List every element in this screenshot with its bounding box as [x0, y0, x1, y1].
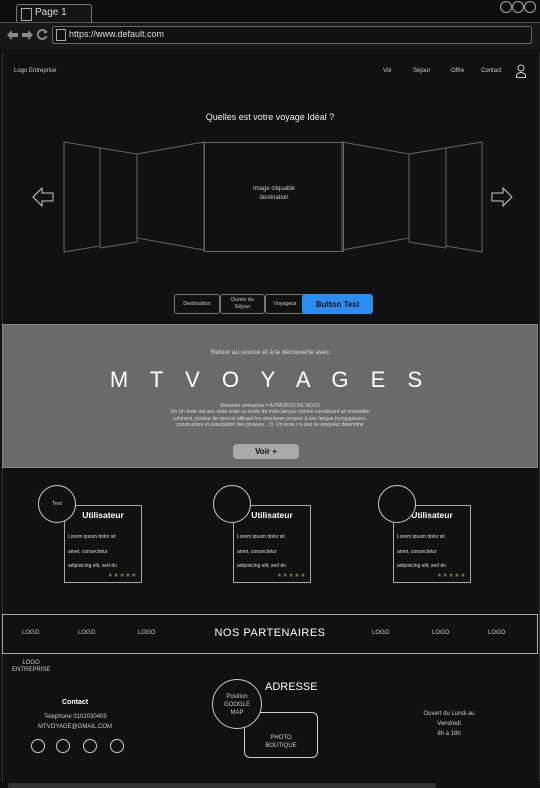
opening-hours: Ouvert du Lundi au Vendredi 8h à 18h — [418, 709, 480, 739]
filter-duree-line1: Durée du — [231, 297, 254, 303]
map-line1: Position — [226, 694, 248, 700]
testimonial-card: Utilisateur Lorem ipsum dolor sit amet, … — [64, 505, 142, 583]
page-icon — [21, 8, 32, 21]
tab-label: Page 1 — [35, 7, 67, 18]
filter-destination[interactable]: Destination — [174, 294, 220, 314]
avatar-text: Text — [51, 501, 63, 507]
contact-email[interactable]: MTVOYAGE@GMAIL.COM — [38, 724, 112, 730]
carousel-card-right-mid — [408, 147, 447, 249]
address-title: ADRESSE — [265, 681, 318, 693]
about-desc-line: Un Un texte est une série orale ou écrit… — [170, 409, 370, 416]
about-description: Résumer entreprise = A PROPOS DE NOUS Un… — [133, 403, 407, 428]
carousel-card-left-far — [63, 141, 101, 253]
social-icon[interactable] — [83, 739, 97, 753]
prev-arrow-icon[interactable] — [32, 186, 54, 208]
next-arrow-icon[interactable] — [491, 186, 513, 208]
photo-line1: PHOTO — [270, 735, 292, 741]
about-desc-line: cohérent, porteur de sens et utilisant l… — [172, 415, 368, 422]
footer-logo[interactable]: LOGO ENTREPRISE — [12, 660, 50, 674]
page-icon — [56, 29, 66, 41]
search-button[interactable]: Button Text — [302, 294, 373, 314]
rating-stars: ★★★★★ — [276, 573, 306, 579]
testimonial-name: Utilisateur — [82, 510, 124, 520]
footer-logo-line2: ENTREPRISE — [12, 667, 51, 673]
hours-line1: Ouvert du Lundi au — [423, 711, 475, 717]
destination-card[interactable]: Image cliquable destination — [204, 142, 344, 252]
testimonial-text: Lorem ipsum dolor sit — [68, 534, 116, 540]
filter-duree-line2: Séjour — [234, 304, 251, 310]
about-desc-line: construction et association des phrases…… — [176, 421, 364, 428]
refresh-icon[interactable] — [37, 29, 48, 40]
social-icon[interactable] — [110, 739, 124, 753]
testimonial-text: Lorem ipsum dolor sit — [397, 534, 445, 540]
partner-logo[interactable]: LOGO — [372, 630, 389, 636]
nav-contact[interactable]: Contact — [481, 68, 502, 74]
voir-plus-button[interactable]: Voir + — [233, 444, 299, 459]
close-icon[interactable] — [524, 1, 536, 13]
brand-title: M T V O Y A G E S — [109, 367, 431, 392]
filter-voyageur[interactable]: Voyageur — [265, 294, 305, 314]
avatar — [378, 485, 416, 523]
social-icon[interactable] — [31, 739, 45, 753]
nav-sejour[interactable]: Séjour — [413, 68, 430, 74]
carousel-card-right-near — [341, 141, 410, 251]
avatar: Text — [38, 485, 76, 523]
about-subtitle: Retour au source et à la découverte avec — [210, 349, 330, 356]
filter-duree[interactable]: Durée du Séjour — [220, 294, 265, 314]
testimonial-text: amet, consectetur — [237, 549, 277, 555]
url-field[interactable]: https://www.default.com — [52, 26, 532, 44]
testimonial-text: adipisicing elit, sed do — [237, 563, 286, 569]
user-icon[interactable] — [516, 64, 526, 78]
maximize-icon[interactable] — [512, 1, 524, 13]
address-bar-row: https://www.default.com — [0, 22, 540, 49]
rating-stars: ★★★★★ — [107, 573, 137, 579]
horizontal-scrollbar[interactable] — [8, 783, 436, 788]
hero-question: Quelles est votre voyage Idéal ? — [205, 112, 335, 122]
nav-offre[interactable]: Offre — [451, 68, 464, 74]
partner-logo[interactable]: LOGO — [432, 630, 449, 636]
carousel-card-left-near — [136, 141, 205, 251]
rating-stars: ★★★★★ — [436, 573, 466, 579]
hours-line2: Vendredi — [437, 721, 461, 727]
back-arrow-icon[interactable] — [7, 30, 18, 40]
photo-line2: BOUTIQUE — [265, 743, 297, 749]
browser-tab[interactable]: Page 1 — [16, 4, 92, 23]
destination-card-line2: destination — [259, 195, 289, 201]
contact-phone[interactable]: Telephone 0102030405 — [44, 714, 107, 720]
partner-logo[interactable]: LOGO — [488, 630, 505, 636]
testimonial-text: amet, consectetur — [68, 549, 108, 555]
testimonial-text: adipisicing elit, sed do — [68, 563, 117, 569]
footer-logo-line1: LOGO — [22, 660, 40, 666]
map-line3: MAP — [230, 710, 244, 716]
about-section: Retour au source et à la découverte avec… — [2, 324, 538, 468]
testimonial-text: amet, consectetur — [397, 549, 437, 555]
carousel-card-right-far — [445, 141, 483, 253]
hours-line3: 8h à 18h — [437, 731, 461, 737]
nav-vol[interactable]: Vol — [383, 68, 391, 74]
forward-arrow-icon[interactable] — [22, 30, 33, 40]
testimonial-text: adipisicing elit, sed do — [397, 563, 446, 569]
destination-card-line1: Image cliquable — [252, 186, 296, 192]
testimonial-text: Lorem ipsum dolor sit — [237, 534, 285, 540]
carousel-card-left-mid — [99, 147, 138, 249]
logo-entreprise[interactable]: Logo Entreprise — [14, 68, 56, 74]
minimize-icon[interactable] — [500, 1, 512, 13]
avatar — [213, 485, 251, 523]
url-text: https://www.default.com — [69, 29, 165, 39]
contact-title: Contact — [62, 699, 89, 706]
google-map-position[interactable]: Position GOOGLE MAP — [212, 679, 262, 729]
map-line2: GOOGLE — [223, 702, 250, 708]
social-icon[interactable] — [56, 739, 70, 753]
partners-title: NOS PARTENAIRES — [214, 627, 326, 639]
